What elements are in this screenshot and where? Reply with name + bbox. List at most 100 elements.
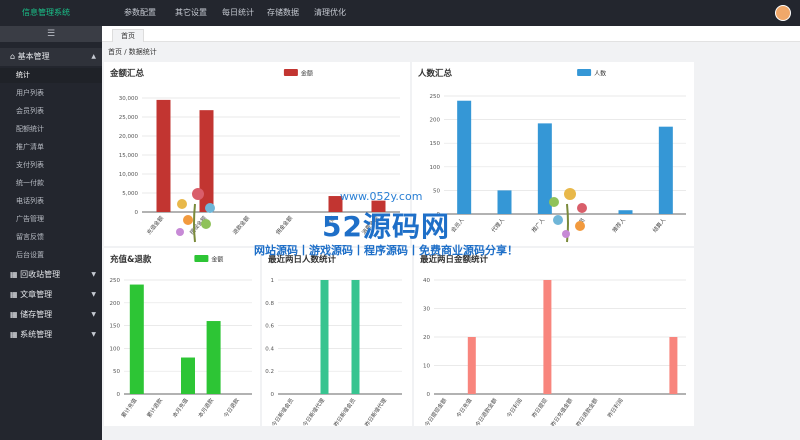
bar — [351, 280, 360, 394]
grid-icon: ▦ — [10, 310, 18, 319]
y-tick-label: 0 — [427, 392, 431, 398]
sidebar-item-admin-settings[interactable]: 后台设置 — [0, 248, 102, 263]
home-icon: ⌂ — [10, 52, 16, 61]
chart-title: 金额汇总 — [109, 68, 145, 79]
x-tick-label: 充值金额 — [145, 214, 166, 236]
chart-recent-people: 最近两日人数统计00.20.40.60.81今日新增会员 今日新增代理 昨日新增会员… — [265, 254, 402, 426]
app-logo[interactable]: 信息管理系统 — [22, 7, 70, 18]
bar — [658, 126, 673, 214]
y-tick-label: 200 — [430, 118, 441, 124]
bar — [457, 100, 472, 214]
y-tick-label: 250 — [430, 94, 441, 100]
menu-toggle-icon[interactable]: ☰ — [0, 26, 102, 42]
topnav-storage[interactable]: 存储数据 — [267, 0, 299, 26]
sidebar-group-label: 基本管理 — [17, 52, 50, 61]
chevron-up-icon: ▲ — [91, 53, 96, 60]
sidebar: ☰ ⌂ 基本管理 ▲ 统计 用户列表 会员列表 配额统计 推广清单 支付列表 统… — [0, 26, 102, 440]
sidebar-item-label: 电话列表 — [16, 197, 44, 205]
chevron-down-icon: ▼ — [91, 291, 96, 298]
sidebar-item-label: 广告管理 — [16, 215, 44, 223]
topnav-other-settings[interactable]: 其它设置 — [175, 0, 207, 26]
x-tick-label: 退款金额 — [231, 214, 252, 236]
sidebar-item-members[interactable]: 会员列表 — [0, 104, 102, 119]
x-tick-label: 本月充值 — [170, 396, 189, 419]
x-tick-label: 本月退款 — [196, 396, 215, 419]
sidebar-group-system[interactable]: ▦ 系统管理 ▼ — [0, 326, 102, 344]
sidebar-item-stats[interactable]: 统计 — [0, 68, 102, 83]
chart-recharge: 充值&退款 金额 0 50 100 150 200 250 累计充值 累计退款 本月充值 本月退款 今日… — [110, 254, 252, 419]
sidebar-group-label: 回收站管理 — [20, 270, 61, 279]
sidebar-group-label: 系统管理 — [20, 330, 53, 339]
y-tick-label: 100 — [110, 346, 121, 352]
x-tick-label: 今日退款金额 — [473, 396, 499, 426]
y-tick-label: 40 — [423, 278, 430, 284]
panel-recharge: 充值&退款 金额 0 50 100 150 200 250 累计充值 累计退款 本月充值 本月退款 今日… — [104, 248, 260, 426]
x-tick-label: 佣金金额 — [274, 214, 295, 236]
y-tick-label: 200 — [110, 301, 121, 307]
y-tick-label: 10 — [423, 364, 430, 370]
chart-title: 充值&退款 — [110, 254, 152, 265]
avatar[interactable] — [775, 5, 791, 21]
x-tick-label: 昨日新增代理 — [363, 396, 389, 426]
y-tick-label: 20 — [423, 335, 430, 341]
legend-swatch — [194, 255, 209, 262]
x-tick-label: 今日新增代理 — [301, 396, 327, 426]
legend-label: 金额 — [301, 70, 313, 78]
x-tick-label: 今日充值 — [454, 396, 473, 419]
sidebar-item-quota[interactable]: 配额统计 — [0, 122, 102, 137]
watermark-decoration-left — [176, 188, 215, 243]
x-tick-label: 推荐人 — [610, 216, 627, 234]
y-tick-label: 50 — [433, 188, 440, 194]
sidebar-group-basic[interactable]: ⌂ 基本管理 ▲ — [0, 48, 102, 66]
bar — [320, 280, 329, 394]
sidebar-group-label: 储存管理 — [20, 310, 53, 319]
topnav-cleanup[interactable]: 清理优化 — [314, 0, 346, 26]
sidebar-item-unified-pay[interactable]: 统一付款 — [0, 176, 102, 191]
bar — [669, 337, 678, 394]
sidebar-item-payments[interactable]: 支付列表 — [0, 158, 102, 173]
tab-home[interactable]: 首页 — [112, 29, 144, 42]
x-tick-label: 今日退款 — [222, 396, 241, 419]
x-tick-label: 代理人 — [489, 216, 506, 234]
sidebar-item-ads[interactable]: 广告管理 — [0, 212, 102, 227]
sidebar-group-recycle[interactable]: ▦ 回收站管理 ▼ — [0, 266, 102, 284]
watermark-decoration-right — [549, 188, 587, 243]
sidebar-item-label: 推广清单 — [16, 143, 44, 151]
grid-icon: ▦ — [10, 330, 18, 339]
y-tick-label: 1 — [271, 278, 275, 284]
y-tick-label: 20,000 — [119, 134, 139, 140]
x-tick-label: 累计充值 — [119, 396, 138, 419]
chevron-down-icon: ▼ — [91, 331, 96, 338]
bar — [497, 190, 512, 214]
y-tick-label: 30 — [423, 307, 430, 313]
bar — [206, 321, 221, 394]
y-tick-label: 150 — [110, 324, 121, 330]
sidebar-item-promo[interactable]: 推广清单 — [0, 140, 102, 155]
sidebar-item-feedback[interactable]: 留言反馈 — [0, 230, 102, 245]
topnav-daily-stats[interactable]: 每日统计 — [222, 0, 254, 26]
sidebar-group-articles[interactable]: ▦ 文章管理 ▼ — [0, 286, 102, 304]
bar — [618, 210, 633, 214]
breadcrumb: 首页 / 数据统计 — [108, 48, 157, 56]
sidebar-item-label: 配额统计 — [16, 125, 44, 133]
tab-bar: 首页 — [102, 26, 800, 42]
bar — [467, 337, 476, 394]
sidebar-group-storage[interactable]: ▦ 储存管理 ▼ — [0, 306, 102, 324]
sidebar-item-label: 会员列表 — [16, 107, 44, 115]
x-tick-label: 结算人 — [651, 216, 668, 234]
chart-title: 人数汇总 — [418, 68, 453, 79]
y-tick-label: 30,000 — [119, 96, 139, 102]
y-tick-label: 0 — [135, 210, 139, 216]
chevron-down-icon: ▼ — [91, 311, 96, 318]
x-tick-label: 今日新增会员 — [270, 396, 296, 426]
bar — [181, 357, 195, 394]
sidebar-item-label: 后台设置 — [16, 251, 44, 259]
sidebar-item-phones[interactable]: 电话列表 — [0, 194, 102, 209]
bar — [129, 284, 144, 394]
y-tick-label: 0 — [271, 392, 275, 398]
x-tick-label: 昨日退款金额 — [574, 396, 600, 426]
topnav-params[interactable]: 参数配置 — [124, 0, 156, 26]
sidebar-item-users[interactable]: 用户列表 — [0, 86, 102, 101]
y-tick-label: 5,000 — [122, 191, 138, 197]
x-tick-label: 今日提现金额 — [423, 396, 449, 426]
